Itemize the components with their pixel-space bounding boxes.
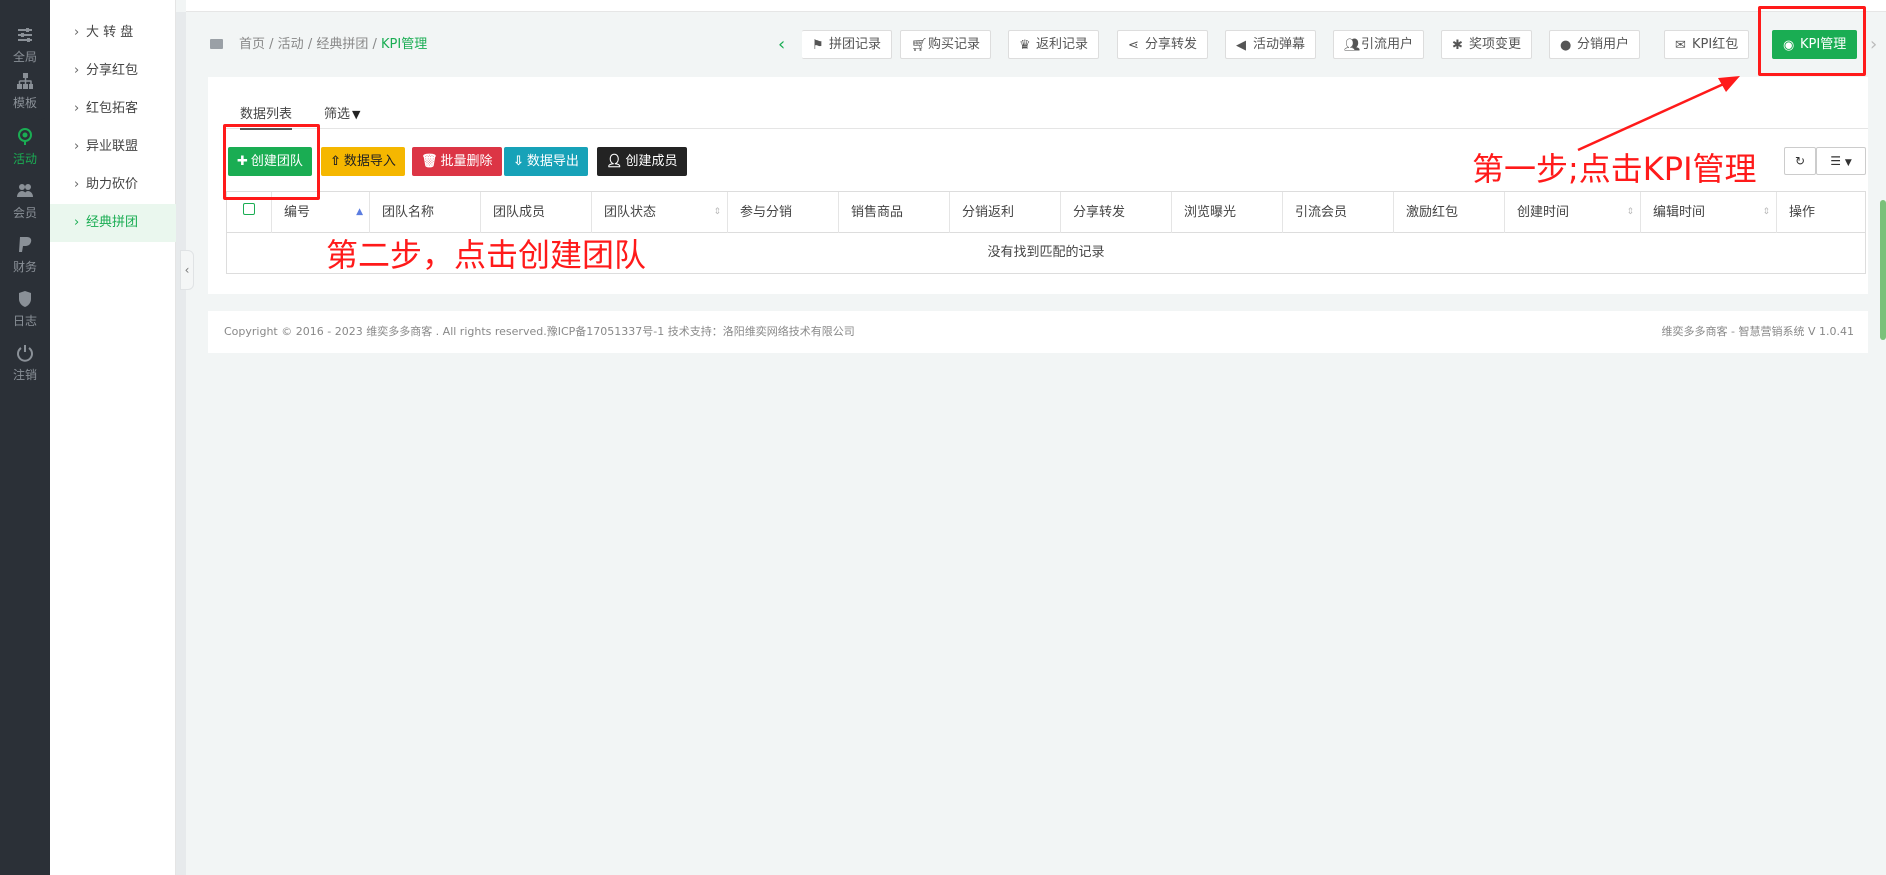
annotation-arrow <box>1577 76 1740 152</box>
annotation-step1: 第一步;点击KPI管理 <box>1472 150 1757 188</box>
annotation-step2: 第二步，点击创建团队 <box>326 236 647 274</box>
